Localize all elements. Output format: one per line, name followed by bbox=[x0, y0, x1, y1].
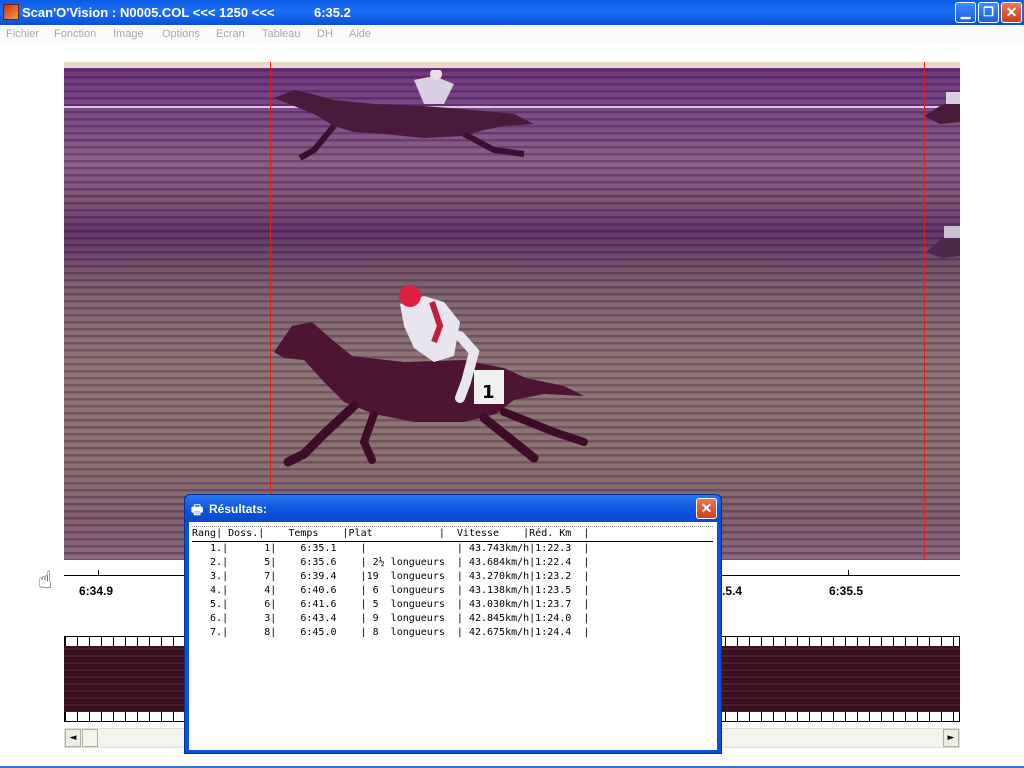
menu-tableau[interactable]: Tableau bbox=[262, 28, 301, 40]
results-close-button[interactable]: ✕ bbox=[696, 498, 717, 519]
horse-edge-top-image bbox=[924, 92, 960, 124]
time-label-end: 6:35.5 bbox=[829, 584, 864, 598]
table-row: 6.| 3| 6:43.4 | 9 longueurs | 42.845km/h… bbox=[192, 613, 590, 624]
table-row: 4.| 4| 6:40.6 | 6 longueurs | 43.138km/h… bbox=[192, 585, 590, 596]
results-header: Rang| Doss.| Temps |Plat | Vitesse |Réd.… bbox=[192, 526, 713, 542]
printer-icon: 🖶 bbox=[191, 502, 204, 517]
horse-edge-mid-image bbox=[926, 226, 960, 258]
table-row: 2.| 5| 6:35.6 | 2½ longueurs | 43.684km/… bbox=[192, 557, 590, 568]
time-label-start: 6:34.9 bbox=[79, 584, 114, 598]
time-tick bbox=[98, 570, 99, 576]
menu-fichier[interactable]: Fichier bbox=[6, 28, 39, 40]
menu-options[interactable]: Options bbox=[162, 28, 200, 40]
scroll-left-arrow-icon[interactable]: ◄ bbox=[65, 729, 81, 747]
horse-far-image bbox=[274, 70, 534, 161]
minimize-button[interactable]: ▁ bbox=[955, 2, 976, 23]
menu-ecran[interactable]: Ecran bbox=[216, 28, 245, 40]
horse-winner-image: 1 bbox=[274, 285, 588, 467]
results-text: Rang| Doss.| Temps |Plat | Vitesse |Réd.… bbox=[192, 526, 713, 640]
finish-line-right[interactable] bbox=[924, 62, 925, 560]
table-row: 7.| 8| 6:45.0 | 8 longueurs | 42.675km/h… bbox=[192, 627, 590, 638]
window-title-app: Scan'O'Vision : bbox=[22, 5, 117, 20]
table-row: 1.| 1| 6:35.1 | | 43.743km/h|1:22.3 | bbox=[192, 543, 590, 554]
time-tick bbox=[848, 570, 849, 576]
restore-button[interactable]: ❐ bbox=[978, 2, 999, 23]
results-dialog-titlebar[interactable]: 🖶 Résultats: ✕ bbox=[185, 495, 721, 522]
time-label-mid: .5.4 bbox=[722, 584, 743, 598]
scrollbar-thumb[interactable] bbox=[82, 729, 98, 747]
menu-fonction[interactable]: Fonction bbox=[54, 28, 96, 40]
table-row: 5.| 6| 6:41.6 | 5 longueurs | 43.030km/h… bbox=[192, 599, 590, 610]
results-dialog[interactable]: 🖶 Résultats: ✕ Rang| Doss.| Temps |Plat … bbox=[184, 494, 722, 754]
results-dialog-title: Résultats: bbox=[209, 502, 268, 516]
menu-image[interactable]: Image bbox=[113, 28, 144, 40]
saddle-number: 1 bbox=[482, 382, 495, 403]
pointing-hand-icon[interactable]: ☝ bbox=[38, 566, 53, 594]
app-icon[interactable] bbox=[3, 4, 19, 20]
results-table: Rang| Doss.| Temps |Plat | Vitesse |Réd.… bbox=[189, 522, 717, 750]
scroll-right-arrow-icon[interactable]: ► bbox=[943, 729, 959, 747]
window-close-button[interactable]: ✕ bbox=[1001, 2, 1022, 23]
finish-line-left[interactable] bbox=[270, 62, 271, 560]
window-title-file: N0005.COL <<< 1250 <<< bbox=[120, 5, 275, 20]
table-row: 3.| 7| 6:39.4 |19 longueurs | 43.270km/h… bbox=[192, 571, 590, 582]
menu-dh[interactable]: DH bbox=[317, 28, 333, 40]
window-titlebar[interactable]: Scan'O'Vision : N0005.COL <<< 1250 <<< 6… bbox=[0, 0, 1024, 25]
menu-aide[interactable]: Aide bbox=[349, 28, 371, 40]
window-title-time: 6:35.2 bbox=[314, 5, 351, 20]
menu-bar: Fichier Fonction Image Options Ecran Tab… bbox=[0, 25, 1024, 45]
photo-top-band bbox=[64, 62, 960, 68]
photo-finish-image[interactable]: 1 bbox=[64, 62, 960, 560]
